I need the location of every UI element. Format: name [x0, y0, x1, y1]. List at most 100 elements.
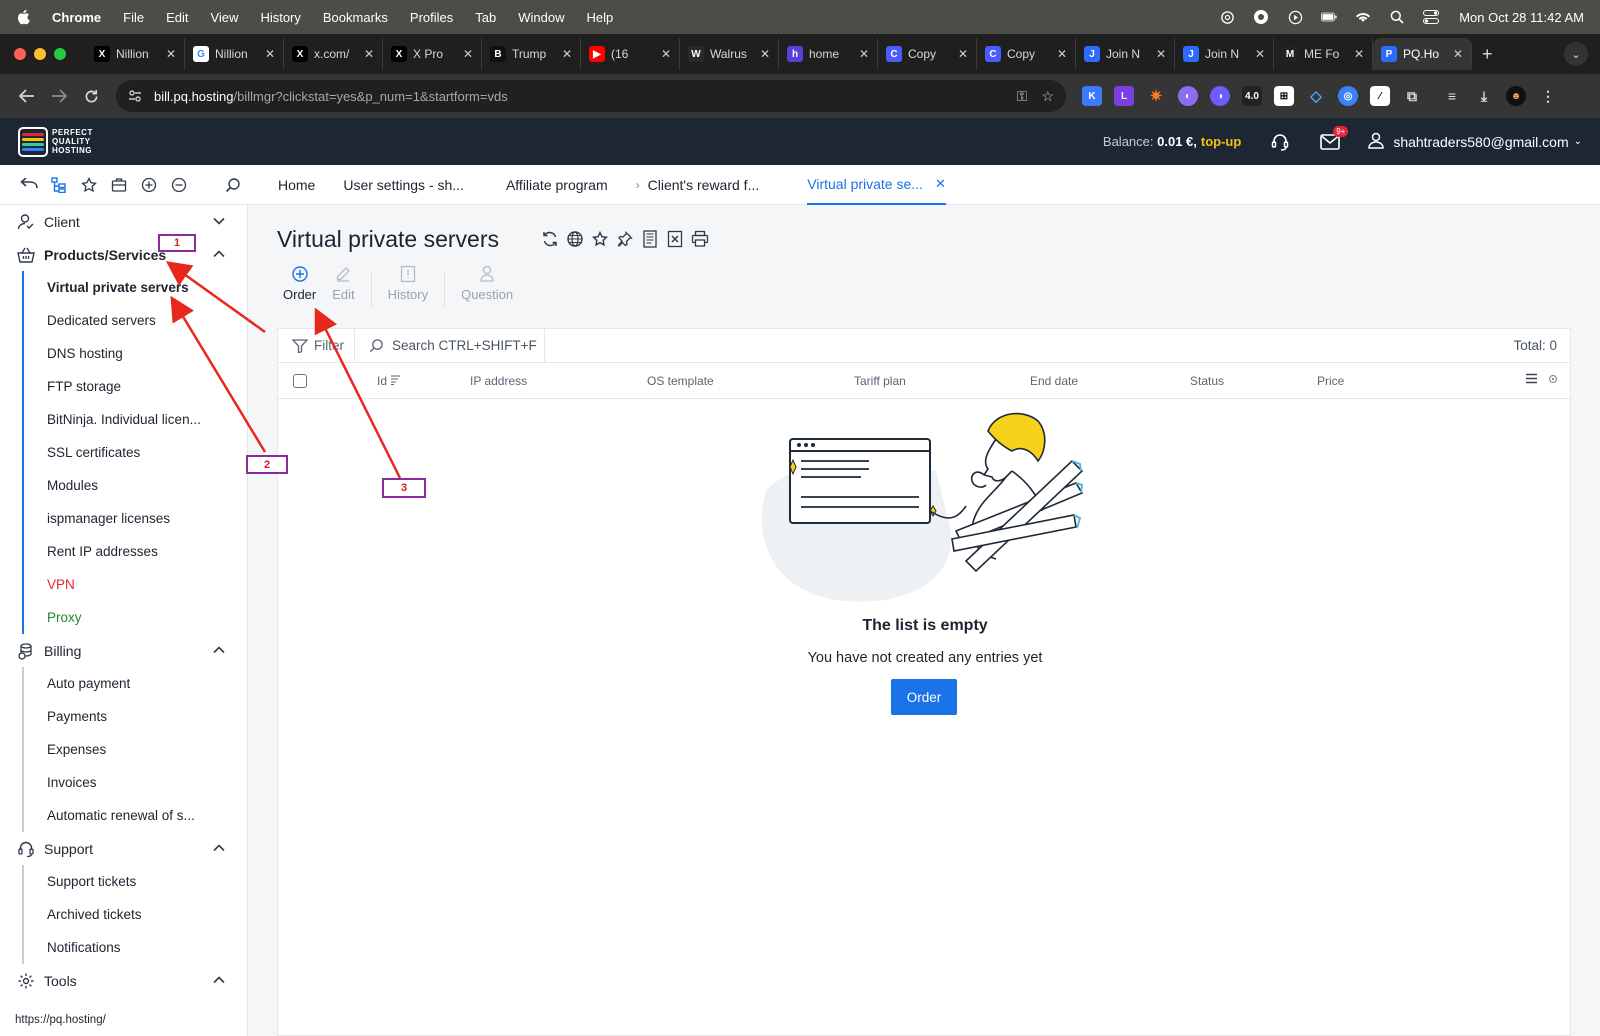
browser-tab[interactable]: J Join N ✕ [1076, 38, 1175, 70]
support-headset-icon[interactable] [1269, 131, 1291, 153]
sidebar-section-billing[interactable]: Billing [0, 634, 248, 667]
order-button[interactable]: Order [891, 679, 957, 715]
menu-profiles[interactable]: Profiles [410, 10, 453, 25]
sidebar-item-ftp-storage[interactable]: FTP storage [22, 370, 232, 403]
sidebar-item-bitninja[interactable]: BitNinja. Individual licen... [22, 403, 232, 436]
excel-export-icon[interactable] [665, 229, 685, 249]
column-end-date[interactable]: End date [1030, 374, 1078, 388]
menu-window[interactable]: Window [518, 10, 564, 25]
browser-tab[interactable]: Xx.com/ ✕ [284, 38, 383, 70]
breadcrumb-user-settings[interactable]: User settings - sh... [343, 165, 464, 205]
browser-tab[interactable]: X X Pro ✕ [383, 38, 482, 70]
menu-file[interactable]: File [123, 10, 144, 25]
tab-close-icon[interactable]: ✕ [364, 47, 374, 61]
globe-icon[interactable] [565, 229, 585, 249]
refresh-icon[interactable] [540, 229, 560, 249]
browser-tab[interactable]: ▶ (16 ✕ [581, 38, 680, 70]
tab-close-icon[interactable]: ✕ [1453, 47, 1463, 61]
sidebar-item-auto-payment[interactable]: Auto payment [22, 667, 232, 700]
address-bar[interactable]: bill.pq.hosting/billmgr?clickstat=yes&p_… [116, 80, 1066, 112]
close-window-button[interactable] [14, 48, 26, 60]
sidebar-section-support[interactable]: Support [0, 832, 248, 865]
menu-edit[interactable]: Edit [166, 10, 188, 25]
menubar-clock[interactable]: Mon Oct 28 11:42 AM [1459, 10, 1584, 25]
profile-avatar[interactable]: ☻ [1506, 86, 1526, 106]
browser-tab[interactable]: M ME Fo ✕ [1274, 38, 1373, 70]
tab-search-chevron-icon[interactable]: ⌄ [1564, 42, 1588, 66]
battery-icon[interactable] [1321, 9, 1337, 25]
extension-l-icon[interactable]: L [1114, 86, 1134, 106]
star-icon[interactable] [590, 229, 610, 249]
sidebar-section-tools[interactable]: Tools [0, 964, 248, 997]
spotlight-icon[interactable] [1389, 9, 1405, 25]
tab-close-icon[interactable]: ✕ [958, 47, 968, 61]
question-action-button[interactable]: Question [455, 263, 519, 315]
extension-globe-icon[interactable]: ◎ [1338, 86, 1358, 106]
search-input[interactable] [392, 338, 542, 353]
reading-list-icon[interactable]: ≡ [1442, 86, 1462, 106]
minimize-window-button[interactable] [34, 48, 46, 60]
sidebar-item-automatic-renewal[interactable]: Automatic renewal of s... [22, 799, 232, 832]
top-up-link[interactable]: top-up [1201, 134, 1241, 149]
extension-ghost-icon[interactable]: ◐ [1178, 86, 1198, 106]
sidebar-item-rent-ip-addresses[interactable]: Rent IP addresses [22, 535, 232, 568]
tab-close-icon[interactable]: ✕ [562, 47, 572, 61]
browser-tab[interactable]: X Nillion ✕ [86, 38, 185, 70]
breadcrumb-virtual-private-servers[interactable]: Virtual private se... ✕ [807, 165, 946, 205]
zoom-window-button[interactable] [54, 48, 66, 60]
extension-spark-icon[interactable]: ✷ [1146, 86, 1166, 106]
menu-tab[interactable]: Tab [475, 10, 496, 25]
mail-icon[interactable]: 9+ [1319, 125, 1349, 153]
columns-menu-icon[interactable] [1525, 373, 1538, 384]
sidebar-item-modules[interactable]: Modules [22, 469, 232, 502]
tab-close-icon[interactable]: ✕ [661, 47, 671, 61]
status-app-icon[interactable] [1253, 9, 1269, 25]
control-center-icon[interactable] [1423, 9, 1440, 25]
extension-rabby-icon[interactable]: ◑ [1210, 86, 1230, 106]
settings-dot-icon[interactable] [1548, 374, 1558, 384]
reload-icon[interactable] [76, 81, 106, 111]
favorites-star-icon[interactable] [74, 173, 104, 197]
menu-search-icon[interactable] [218, 173, 248, 197]
sidebar-section-client[interactable]: Client [0, 205, 248, 238]
pq-hosting-logo[interactable]: PERFECT QUALITY HOSTING [18, 126, 93, 157]
tab-close-icon[interactable]: ✕ [463, 47, 473, 61]
tab-close-icon[interactable]: ✕ [1255, 47, 1265, 61]
sidebar-item-ispmanager-licenses[interactable]: ispmanager licenses [22, 502, 232, 535]
tab-close-icon[interactable]: ✕ [166, 47, 176, 61]
extension-slash-icon[interactable]: ⁄ [1370, 86, 1390, 106]
column-tariff-plan[interactable]: Tariff plan [854, 374, 906, 388]
back-icon[interactable] [14, 173, 44, 197]
column-price[interactable]: Price [1317, 374, 1344, 388]
sidebar-item-ssl-certificates[interactable]: SSL certificates [22, 436, 232, 469]
tab-close-icon[interactable]: ✕ [1354, 47, 1364, 61]
order-action-button[interactable]: Order [277, 263, 322, 315]
browser-tab[interactable]: C Copy ✕ [878, 38, 977, 70]
openai-icon[interactable] [1219, 9, 1235, 25]
history-action-button[interactable]: History [382, 263, 434, 315]
sidebar-section-products-services[interactable]: Products/Services [0, 238, 248, 271]
breadcrumb-affiliate-program[interactable]: Affiliate program [506, 165, 608, 205]
sidebar-item-payments[interactable]: Payments [22, 700, 232, 733]
back-arrow-icon[interactable] [12, 81, 42, 111]
filter-button[interactable]: Filter [278, 328, 355, 363]
sidebar-item-proxy[interactable]: Proxy [22, 601, 232, 634]
extension-drop-icon[interactable]: ◇ [1306, 86, 1326, 106]
briefcase-icon[interactable] [104, 173, 134, 197]
menu-history[interactable]: History [260, 10, 300, 25]
sidebar-item-virtual-private-servers[interactable]: Virtual private servers [22, 271, 232, 304]
sidebar-item-dedicated-servers[interactable]: Dedicated servers [22, 304, 232, 337]
print-icon[interactable] [690, 229, 710, 249]
column-status[interactable]: Status [1190, 374, 1224, 388]
extension-okx-icon[interactable]: ⊞ [1274, 86, 1294, 106]
sidebar-item-notifications[interactable]: Notifications [22, 931, 232, 964]
tab-close-icon[interactable]: ✕ [859, 47, 869, 61]
tab-close-icon[interactable]: ✕ [265, 47, 275, 61]
breadcrumb-home[interactable]: Home [278, 165, 315, 205]
remove-circle-icon[interactable] [164, 173, 194, 197]
browser-menu-icon[interactable]: ⋮ [1538, 86, 1558, 106]
menu-bookmarks[interactable]: Bookmarks [323, 10, 388, 25]
sidebar-item-vpn[interactable]: VPN [22, 568, 232, 601]
menu-view[interactable]: View [210, 10, 238, 25]
column-id[interactable]: Id [377, 374, 401, 388]
